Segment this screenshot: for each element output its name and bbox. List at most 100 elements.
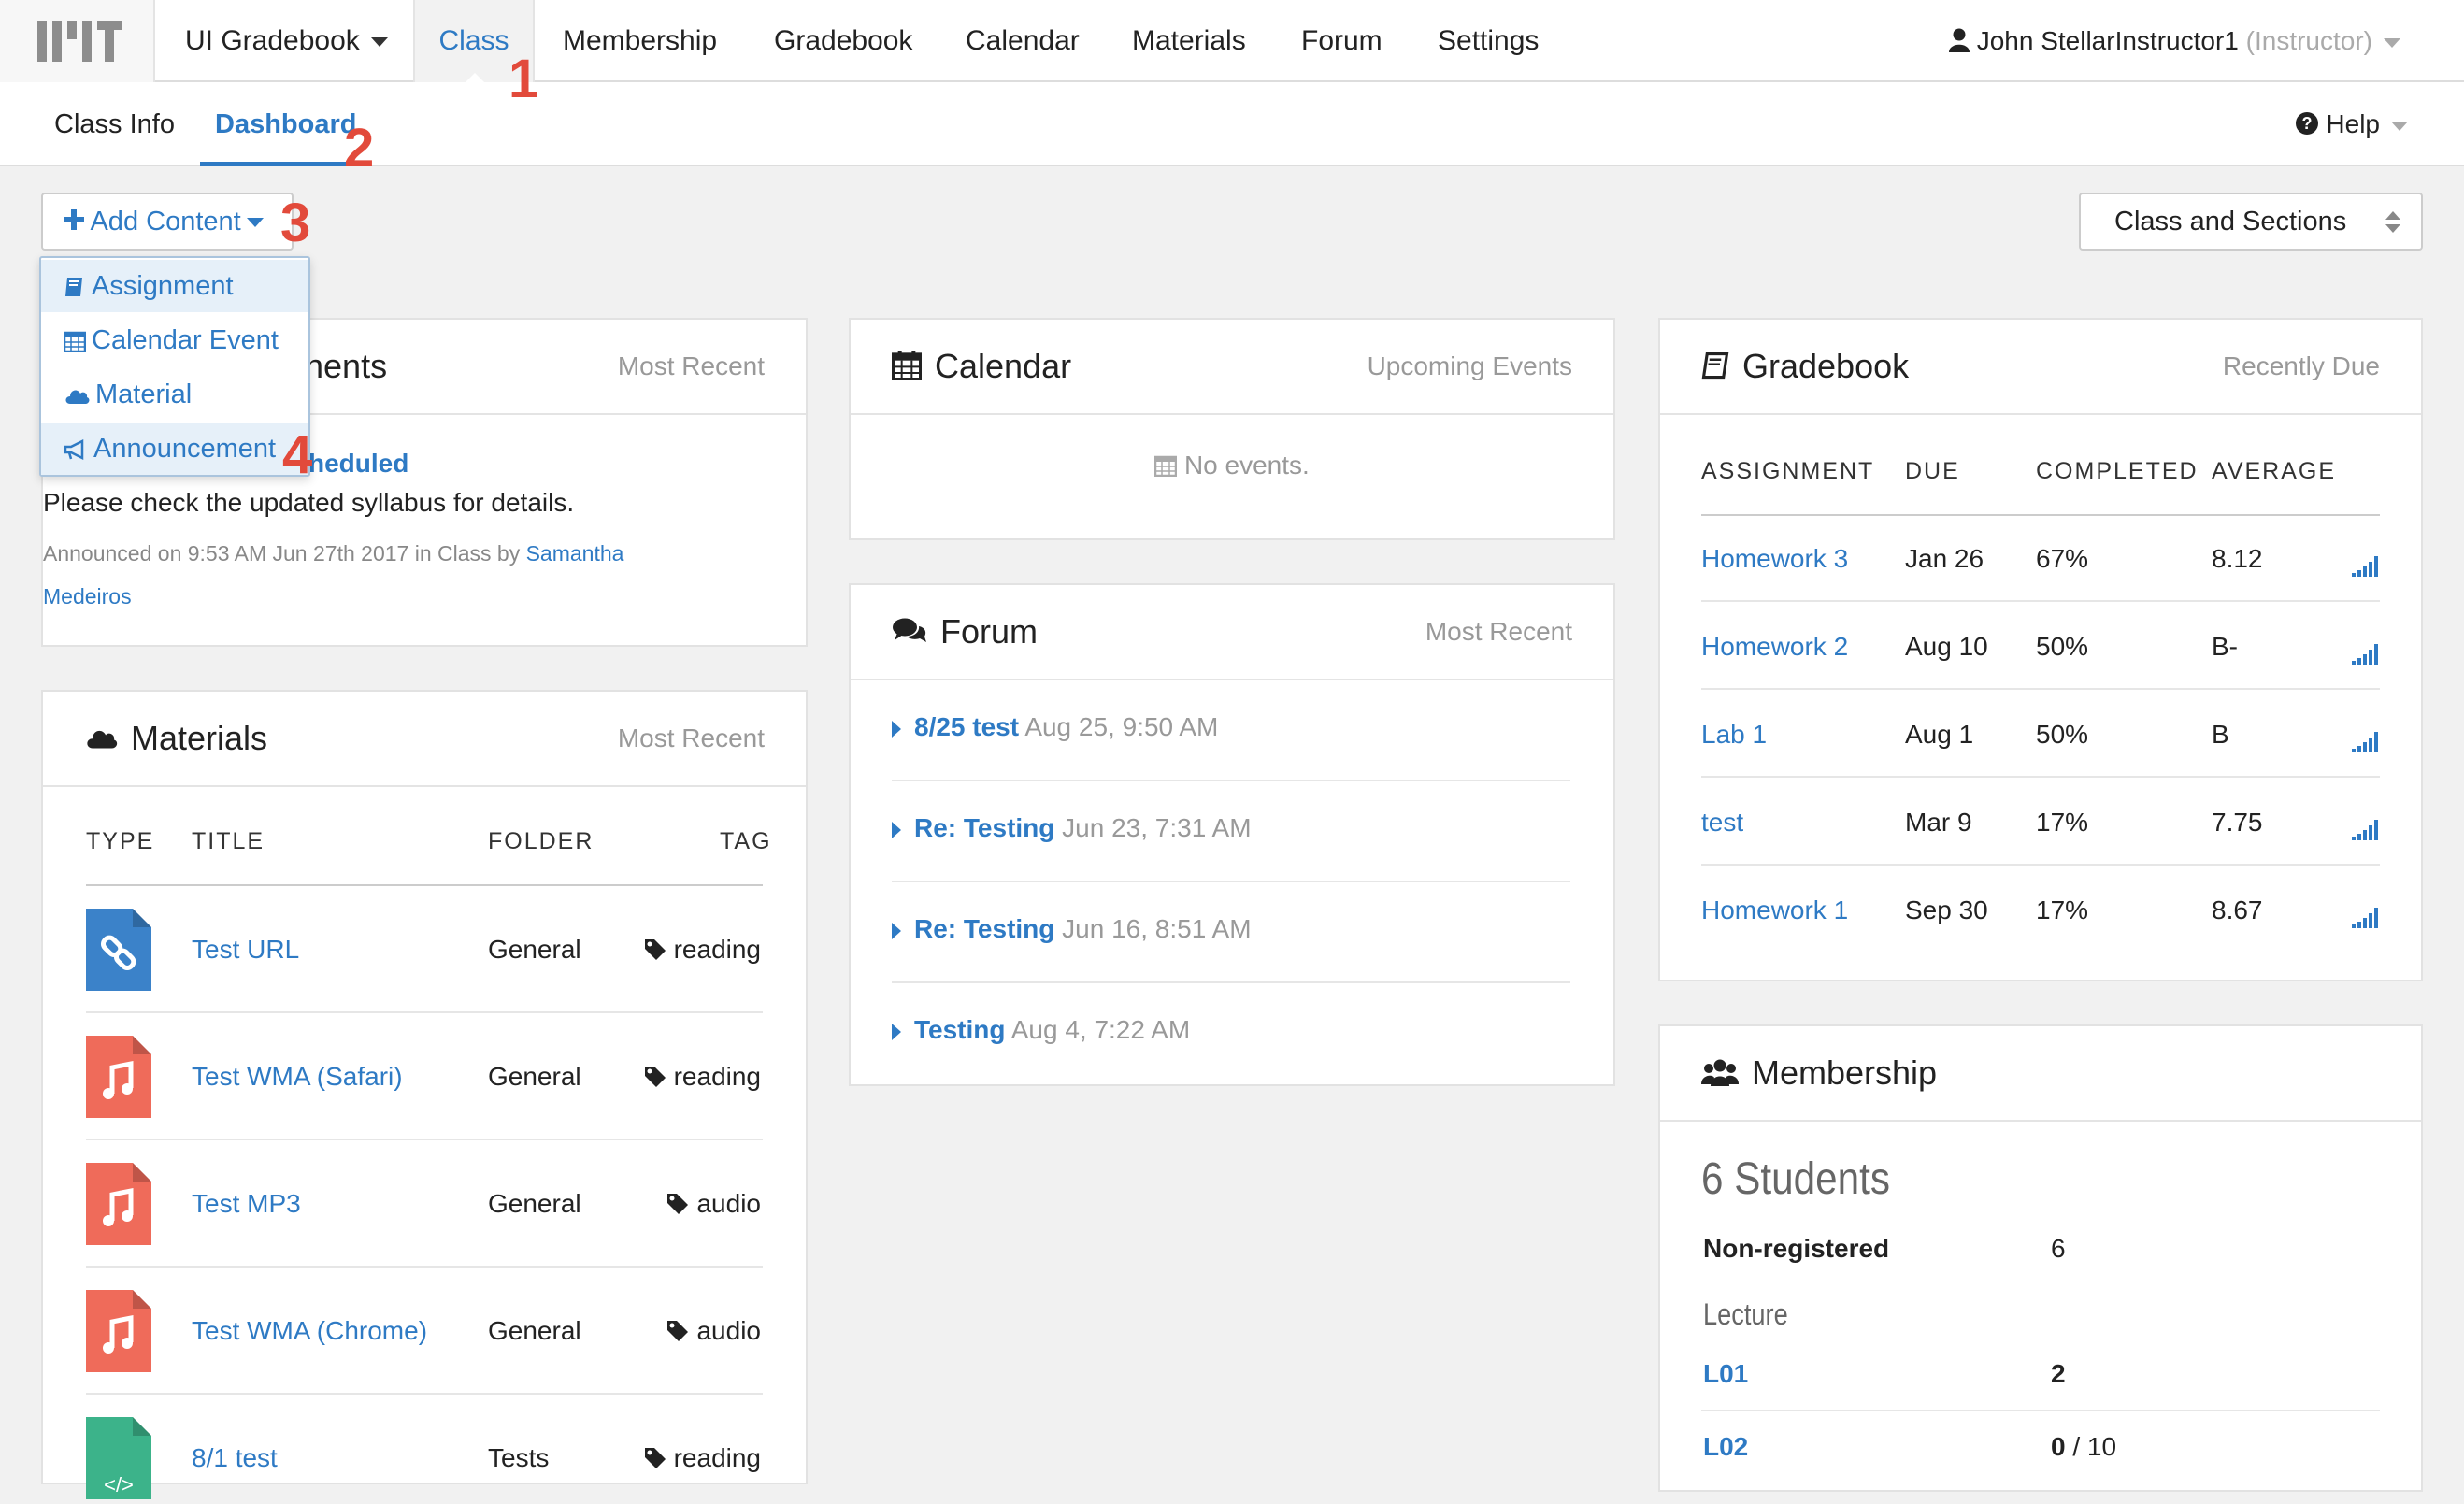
nonregistered-label: Non-registered	[1703, 1234, 1890, 1263]
nav-membership[interactable]: Membership	[563, 0, 717, 82]
material-tag[interactable]: reading	[644, 1058, 761, 1096]
forum-post-link[interactable]: Re: Testing Jun 16, 8:51 AM	[892, 914, 1252, 944]
assignment-link[interactable]: Homework 3	[1701, 540, 1848, 578]
section-l02-link[interactable]: L02	[1703, 1432, 1748, 1462]
material-title-link[interactable]: Test WMA (Safari)	[192, 1058, 403, 1096]
row-divider	[892, 981, 1570, 983]
assignment-completed: 17%	[2036, 808, 2089, 837]
announcement-title-link[interactable]: heduled	[308, 449, 408, 479]
material-tag[interactable]: audio	[666, 1312, 761, 1350]
forum-title: Forum	[892, 585, 1038, 679]
mit-logo[interactable]	[0, 0, 155, 82]
music-file-icon	[86, 1036, 151, 1118]
assignment-due: Aug 1	[1905, 720, 1974, 749]
menu-item-calendar-event[interactable]: Calendar Event	[41, 314, 308, 366]
class-sections-label: Class and Sections	[2114, 207, 2347, 236]
nav-settings[interactable]: Settings	[1438, 0, 1539, 82]
assignment-link[interactable]: Homework 2	[1701, 628, 1848, 666]
material-title-link[interactable]: Test URL	[192, 931, 299, 968]
caret-right-icon	[892, 1023, 901, 1040]
assignment-link[interactable]: Lab 1	[1701, 716, 1767, 753]
nav-calendar[interactable]: Calendar	[966, 0, 1080, 82]
calendar-empty-text: No events.	[1183, 451, 1310, 480]
announcements-title: nents	[305, 347, 388, 385]
cloud-icon	[87, 731, 118, 749]
material-title-link[interactable]: Test WMA (Chrome)	[192, 1312, 427, 1350]
material-tag[interactable]: audio	[666, 1185, 761, 1223]
materials-title: Materials	[84, 692, 267, 785]
material-tag[interactable]: reading	[644, 1440, 761, 1477]
row-divider	[1701, 864, 2380, 866]
question-circle-icon: ?	[2295, 111, 2318, 135]
top-navbar: UI Gradebook Class Membership Gradebook …	[0, 0, 2464, 82]
calendar-empty: No events.	[851, 451, 1613, 480]
assignment-completed: 17%	[2036, 895, 2089, 924]
assignment-average: 7.75	[2212, 808, 2263, 837]
forum-title-text: Forum	[940, 612, 1039, 651]
row-divider	[1701, 600, 2380, 602]
chevron-down-icon	[246, 218, 264, 228]
forum-post-link[interactable]: Testing Aug 4, 7:22 AM	[892, 1015, 1190, 1045]
calendar-header: Calendar Upcoming Events	[851, 320, 1613, 415]
assignment-average: 8.67	[2212, 895, 2263, 924]
caret-right-icon	[892, 922, 901, 939]
class-sections-select[interactable]: Class and Sections	[2079, 193, 2423, 251]
forum-post-title: Re: Testing	[914, 914, 1055, 943]
row-divider	[86, 1011, 763, 1013]
course-selector[interactable]: UI Gradebook	[155, 0, 415, 82]
stats-bar-icon[interactable]	[2352, 550, 2380, 587]
row-divider	[86, 1266, 763, 1268]
assignment-link[interactable]: Homework 1	[1701, 892, 1848, 929]
forum-post-title: Re: Testing	[914, 813, 1055, 842]
tag-icon	[644, 1447, 666, 1468]
help-menu[interactable]: ? Help	[2295, 82, 2408, 166]
menu-item-material[interactable]: Material	[41, 368, 308, 421]
gradebook-header-divider	[1701, 514, 2380, 516]
calendar-title: Calendar	[891, 320, 1071, 413]
forum-post-date: Jun 23, 7:31 AM	[1054, 813, 1252, 842]
stats-bar-icon[interactable]	[2352, 901, 2380, 938]
add-content-dropdown: Assignment Calendar Event Material Annou…	[39, 256, 310, 477]
bullhorn-icon	[64, 439, 84, 461]
material-title-link[interactable]: 8/1 test	[192, 1440, 278, 1477]
nav-forum[interactable]: Forum	[1301, 0, 1382, 82]
user-menu[interactable]: John StellarInstructor1 (Instructor)	[1948, 0, 2400, 82]
users-icon	[1701, 1059, 1739, 1087]
nav-gradebook[interactable]: Gradebook	[774, 0, 912, 82]
stats-bar-icon[interactable]	[2352, 637, 2380, 675]
material-title-link[interactable]: Test MP3	[192, 1185, 301, 1223]
add-content-button[interactable]: Add Content	[41, 193, 294, 251]
assignment-due: Aug 10	[1905, 632, 1988, 661]
tab-class-info[interactable]: Class Info	[54, 82, 175, 166]
material-tag[interactable]: reading	[644, 931, 761, 968]
announcement-author-link-2[interactable]: Medeiros	[43, 584, 132, 609]
menu-item-label: Calendar Event	[92, 325, 279, 355]
announcement-meta-line2: Medeiros	[43, 575, 735, 618]
section-l01-link[interactable]: L01	[1703, 1359, 1748, 1389]
stats-bar-icon[interactable]	[2352, 813, 2380, 851]
announcement-meta-text: Announced on 9:53 AM Jun 27th 2017 in Cl…	[43, 541, 526, 566]
menu-item-label: Announcement	[93, 434, 277, 464]
stats-bar-icon[interactable]	[2352, 725, 2380, 763]
forum-post-link[interactable]: 8/25 test Aug 25, 9:50 AM	[892, 712, 1218, 742]
forum-post-link[interactable]: Re: Testing Jun 23, 7:31 AM	[892, 813, 1252, 843]
row-divider	[1701, 776, 2380, 778]
step-marker-1: 1	[509, 49, 539, 109]
section-l01-value: 2	[2051, 1359, 2066, 1388]
nav-materials[interactable]: Materials	[1132, 0, 1246, 82]
announcement-author-link[interactable]: Samantha	[526, 541, 624, 566]
user-icon	[1948, 28, 1970, 52]
caret-right-icon	[892, 821, 901, 838]
caret-right-icon	[892, 720, 901, 738]
user-name: John StellarInstructor1	[1976, 26, 2239, 55]
comments-icon	[893, 618, 926, 643]
plus-icon	[64, 209, 84, 231]
menu-item-assignment[interactable]: Assignment	[41, 260, 308, 312]
menu-item-announcement[interactable]: Announcement	[41, 423, 308, 475]
material-tag-label: reading	[673, 1062, 761, 1091]
assignment-link[interactable]: test	[1701, 804, 1743, 841]
chevron-down-icon	[370, 37, 388, 48]
student-count: 6 Students	[1701, 1154, 1890, 1204]
assignment-due: Jan 26	[1905, 544, 1984, 573]
forum-post-date: Jun 16, 8:51 AM	[1054, 914, 1252, 943]
